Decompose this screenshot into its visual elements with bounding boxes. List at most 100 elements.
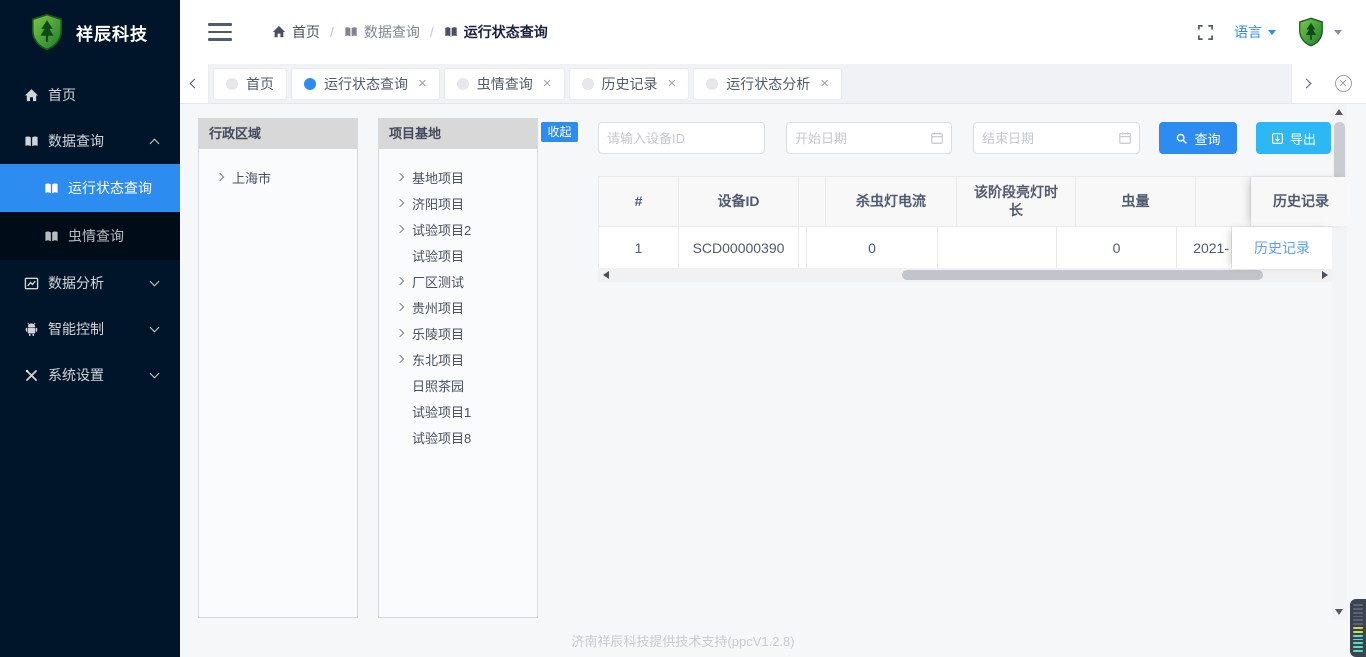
tabs-scroll-left-button[interactable] bbox=[180, 64, 209, 103]
horizontal-scrollbar-thumb[interactable] bbox=[902, 270, 1263, 280]
tree-item[interactable]: 日照茶园 bbox=[387, 372, 529, 398]
tree-item[interactable]: 试验项目2 bbox=[387, 216, 529, 242]
query-button[interactable]: 查询 bbox=[1159, 122, 1237, 154]
expand-arrow-icon[interactable] bbox=[396, 355, 404, 363]
home-icon bbox=[24, 88, 39, 103]
sidebar-item-system-settings[interactable]: 系统设置 bbox=[0, 352, 180, 398]
table-header: #设备ID杀虫灯电流该阶段亮灯时长虫量历史记录 bbox=[599, 177, 1332, 227]
sidebar-item-label: 数据分析 bbox=[48, 273, 104, 293]
tab-close-icon[interactable]: × bbox=[668, 76, 677, 91]
expand-arrow-icon[interactable] bbox=[396, 277, 404, 285]
tab-close-icon[interactable]: × bbox=[820, 76, 829, 91]
close-all-tabs-icon[interactable]: ✕ bbox=[1335, 75, 1352, 92]
breadcrumb: 首页/数据查询/运行状态查询 bbox=[272, 22, 548, 42]
indent-spacer bbox=[397, 434, 403, 440]
table-cell bbox=[938, 227, 1057, 269]
scroll-up-arrow-icon[interactable] bbox=[1335, 109, 1343, 115]
indent-spacer bbox=[397, 382, 403, 388]
tools-icon bbox=[24, 368, 39, 383]
system-volume-indicator bbox=[1350, 599, 1366, 657]
fullscreen-icon[interactable] bbox=[1197, 24, 1214, 41]
column-label: 历史记录 bbox=[1273, 193, 1329, 211]
table-header-cell: # bbox=[599, 177, 679, 226]
sidebar-item-data-query[interactable]: 数据查询 bbox=[0, 118, 180, 164]
end-date-picker[interactable] bbox=[973, 122, 1140, 154]
breadcrumb-item[interactable]: 运行状态查询 bbox=[444, 22, 548, 42]
tab[interactable]: 运行状态查询 × bbox=[291, 68, 440, 100]
tree-item[interactable]: 试验项目8 bbox=[387, 424, 529, 450]
sidebar-item-home[interactable]: 首页 bbox=[0, 72, 180, 118]
sidebar-item-data-analysis[interactable]: 数据分析 bbox=[0, 260, 180, 306]
chart-icon bbox=[24, 276, 39, 291]
tree-item[interactable]: 上海市 bbox=[207, 164, 349, 190]
tree-item-label: 试验项目2 bbox=[412, 220, 471, 239]
footer-credit: 济南祥辰科技提供技术支持(ppcV1.2.8) bbox=[571, 631, 794, 650]
horizontal-scrollbar[interactable] bbox=[598, 268, 1333, 282]
top-header: 首页/数据查询/运行状态查询 语言 bbox=[180, 0, 1366, 64]
tree-item[interactable]: 乐陵项目 bbox=[387, 320, 529, 346]
start-date-picker[interactable] bbox=[786, 122, 952, 154]
end-date-input[interactable] bbox=[973, 122, 1140, 154]
tree-item-label: 贵州项目 bbox=[412, 298, 464, 317]
tree-item[interactable]: 贵州项目 bbox=[387, 294, 529, 320]
search-icon bbox=[1175, 132, 1188, 145]
history-link[interactable]: 历史记录 bbox=[1254, 238, 1310, 258]
collapse-panels-button[interactable]: 收起 bbox=[541, 122, 578, 142]
book-icon bbox=[344, 25, 358, 39]
export-button[interactable]: 导出 bbox=[1256, 122, 1331, 154]
chevron-down-icon bbox=[150, 323, 160, 333]
tree-item[interactable]: 试验项目1 bbox=[387, 398, 529, 424]
tab-label: 首页 bbox=[246, 74, 274, 94]
table-cell: 1 bbox=[599, 227, 679, 269]
expand-arrow-icon[interactable] bbox=[396, 173, 404, 181]
tab-close-icon[interactable]: × bbox=[543, 76, 552, 91]
table-cell-action: 历史记录 bbox=[1232, 227, 1332, 269]
tree-item[interactable]: 厂区测试 bbox=[387, 268, 529, 294]
tab[interactable]: 虫情查询× bbox=[444, 68, 565, 100]
user-avatar-dropdown[interactable] bbox=[1296, 17, 1342, 47]
breadcrumb-separator: / bbox=[330, 24, 334, 40]
sidebar-item-insect-query[interactable]: 虫情查询 bbox=[0, 212, 180, 260]
tree-item[interactable]: 基地项目 bbox=[387, 164, 529, 190]
breadcrumb-item[interactable]: 首页 bbox=[272, 22, 320, 42]
scroll-down-arrow-icon[interactable] bbox=[1335, 609, 1343, 615]
tabs-scroll-right-button[interactable] bbox=[1291, 64, 1320, 103]
header-right-controls: 语言 bbox=[1197, 17, 1342, 47]
avatar bbox=[1296, 17, 1326, 47]
tree-item[interactable]: 试验项目 bbox=[387, 242, 529, 268]
scroll-left-arrow-icon[interactable] bbox=[603, 271, 609, 279]
sidebar-item-smart-control[interactable]: 智能控制 bbox=[0, 306, 180, 352]
expand-arrow-icon[interactable] bbox=[396, 199, 404, 207]
language-dropdown[interactable]: 语言 bbox=[1234, 22, 1276, 42]
expand-arrow-icon[interactable] bbox=[216, 173, 224, 181]
book-icon bbox=[44, 181, 59, 196]
tab[interactable]: 历史记录× bbox=[569, 68, 690, 100]
tab-status-dot bbox=[457, 78, 469, 90]
table-cell: 0 bbox=[1057, 227, 1177, 269]
chevron-down-icon bbox=[1268, 30, 1276, 35]
expand-arrow-icon[interactable] bbox=[396, 225, 404, 233]
home-icon bbox=[272, 25, 286, 39]
tree-item[interactable]: 济阳项目 bbox=[387, 190, 529, 216]
table-cell: SCD00000390 bbox=[679, 227, 799, 269]
expand-arrow-icon[interactable] bbox=[396, 329, 404, 337]
tree-item-label: 乐陵项目 bbox=[412, 324, 464, 343]
sidebar-item-label: 智能控制 bbox=[48, 319, 104, 339]
hamburger-menu-icon[interactable] bbox=[208, 23, 232, 41]
sidebar-item-run-status-query[interactable]: 运行状态查询 bbox=[0, 164, 180, 212]
start-date-input[interactable] bbox=[786, 122, 952, 154]
tab-label: 运行状态查询 bbox=[324, 74, 408, 94]
tab-close-icon[interactable]: × bbox=[418, 76, 427, 91]
chevron-down-icon bbox=[1334, 30, 1342, 35]
breadcrumb-item[interactable]: 数据查询 bbox=[344, 22, 420, 42]
scroll-right-arrow-icon[interactable] bbox=[1322, 271, 1328, 279]
tab[interactable]: 运行状态分析× bbox=[693, 68, 842, 100]
device-id-input[interactable] bbox=[598, 122, 765, 154]
expand-arrow-icon[interactable] bbox=[396, 303, 404, 311]
region-tree: 上海市 bbox=[199, 149, 357, 205]
sidebar: 祥辰科技 首页数据查询运行状态查询虫情查询数据分析智能控制系统设置 bbox=[0, 0, 180, 657]
chevron-down-icon bbox=[150, 369, 160, 379]
tree-item[interactable]: 东北项目 bbox=[387, 346, 529, 372]
query-button-label: 查询 bbox=[1194, 129, 1220, 148]
tab[interactable]: 首页 bbox=[213, 68, 287, 100]
